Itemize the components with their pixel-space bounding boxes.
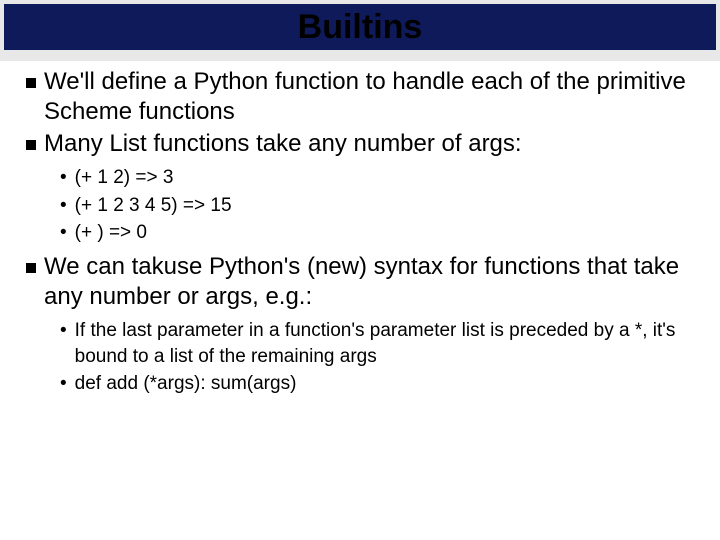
dot-bullet-icon: • [60, 193, 67, 219]
sub-text: (+ 1 2 3 4 5) => 15 [75, 193, 232, 219]
sub-list-1: • (+ 1 2) => 3 • (+ 1 2 3 4 5) => 15 • (… [60, 165, 694, 246]
dot-bullet-icon: • [60, 318, 67, 369]
sub-item: • (+ 1 2 3 4 5) => 15 [60, 193, 694, 219]
dot-bullet-icon: • [60, 220, 67, 246]
dot-bullet-icon: • [60, 371, 67, 397]
sub-item: • If the last parameter in a function's … [60, 318, 694, 369]
sub-item: • (+ ) => 0 [60, 220, 694, 246]
slide: Builtins We'll define a Python function … [0, 0, 720, 540]
sub-list-2: • If the last parameter in a function's … [60, 318, 694, 397]
bullet-1: We'll define a Python function to handle… [26, 67, 694, 127]
bullet-text: We can takuse Python's (new) syntax for … [44, 252, 694, 312]
sub-item: • def add (*args): sum(args) [60, 371, 694, 397]
square-bullet-icon [26, 263, 36, 273]
content-area: We'll define a Python function to handle… [0, 61, 720, 397]
square-bullet-icon [26, 78, 36, 88]
title-background: Builtins [0, 0, 720, 61]
bullet-text: We'll define a Python function to handle… [44, 67, 694, 127]
dot-bullet-icon: • [60, 165, 67, 191]
square-bullet-icon [26, 140, 36, 150]
sub-text: def add (*args): sum(args) [75, 371, 297, 397]
slide-title: Builtins [4, 8, 716, 47]
bullet-text: Many List functions take any number of a… [44, 129, 694, 159]
bullet-2: Many List functions take any number of a… [26, 129, 694, 159]
bullet-3: We can takuse Python's (new) syntax for … [26, 252, 694, 312]
sub-text: If the last parameter in a function's pa… [75, 318, 694, 369]
sub-text: (+ ) => 0 [75, 220, 147, 246]
sub-item: • (+ 1 2) => 3 [60, 165, 694, 191]
sub-text: (+ 1 2) => 3 [75, 165, 174, 191]
